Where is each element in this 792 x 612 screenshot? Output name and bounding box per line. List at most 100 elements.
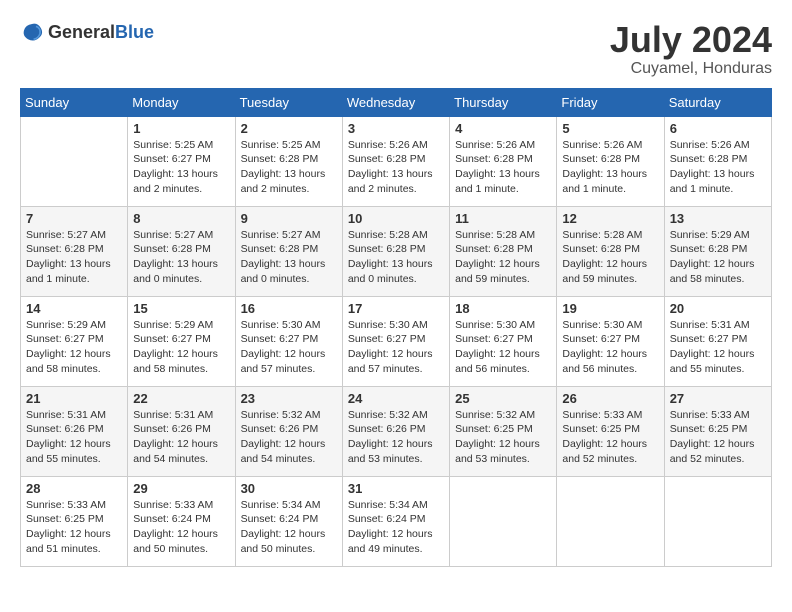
day-number: 22 bbox=[133, 391, 229, 406]
day-info: Sunrise: 5:25 AM Sunset: 6:27 PM Dayligh… bbox=[133, 138, 229, 197]
day-info: Sunrise: 5:34 AM Sunset: 6:24 PM Dayligh… bbox=[348, 498, 444, 557]
calendar-cell: 9Sunrise: 5:27 AM Sunset: 6:28 PM Daylig… bbox=[235, 206, 342, 296]
calendar-header-row: SundayMondayTuesdayWednesdayThursdayFrid… bbox=[21, 88, 772, 116]
calendar-cell: 24 Sunrise: 5:32 AM Sunset: 6:26 PM Dayli… bbox=[342, 386, 449, 476]
calendar-cell bbox=[21, 116, 128, 206]
day-info: Sunrise: 5:26 AM Sunset: 6:28 PM Dayligh… bbox=[348, 138, 444, 197]
day-info: Sunrise: 5:33 AM Sunset: 6:25 PM Dayligh… bbox=[26, 498, 122, 557]
day-info: Sunrise: 5:29 AM Sunset: 6:27 PM Dayligh… bbox=[26, 318, 122, 377]
day-info: Sunrise: 5:28 AM Sunset: 6:28 PM Dayligh… bbox=[455, 228, 551, 287]
day-number: 24 bbox=[348, 391, 444, 406]
calendar-cell: 2 Sunrise: 5:25 AM Sunset: 6:28 PM Daylig… bbox=[235, 116, 342, 206]
calendar-cell: 19 Sunrise: 5:30 AM Sunset: 6:27 PM Dayli… bbox=[557, 296, 664, 386]
day-info: Sunrise: 5:27 AM Sunset: 6:28 PM Dayligh… bbox=[133, 228, 229, 287]
calendar-week-row: 21Sunrise: 5:31 AM Sunset: 6:26 PM Dayli… bbox=[21, 386, 772, 476]
calendar-cell: 23Sunrise: 5:32 AM Sunset: 6:26 PM Dayli… bbox=[235, 386, 342, 476]
calendar-cell: 10Sunrise: 5:28 AM Sunset: 6:28 PM Dayli… bbox=[342, 206, 449, 296]
day-info: Sunrise: 5:26 AM Sunset: 6:28 PM Dayligh… bbox=[455, 138, 551, 197]
col-header-thursday: Thursday bbox=[450, 88, 557, 116]
logo: GeneralBlue bbox=[20, 20, 154, 44]
calendar-cell: 11 Sunrise: 5:28 AM Sunset: 6:28 PM Dayli… bbox=[450, 206, 557, 296]
calendar-cell: 15Sunrise: 5:29 AM Sunset: 6:27 PM Dayli… bbox=[128, 296, 235, 386]
day-info: Sunrise: 5:27 AM Sunset: 6:28 PM Dayligh… bbox=[241, 228, 337, 287]
day-info: Sunrise: 5:26 AM Sunset: 6:28 PM Dayligh… bbox=[670, 138, 766, 197]
day-info: Sunrise: 5:34 AM Sunset: 6:24 PM Dayligh… bbox=[241, 498, 337, 557]
logo-icon bbox=[20, 20, 44, 44]
day-number: 18 bbox=[455, 301, 551, 316]
day-number: 20 bbox=[670, 301, 766, 316]
calendar-cell: 4 Sunrise: 5:26 AM Sunset: 6:28 PM Daylig… bbox=[450, 116, 557, 206]
day-info: Sunrise: 5:33 AM Sunset: 6:24 PM Dayligh… bbox=[133, 498, 229, 557]
day-number: 16 bbox=[241, 301, 337, 316]
calendar-cell: 8 Sunrise: 5:27 AM Sunset: 6:28 PM Daylig… bbox=[128, 206, 235, 296]
day-info: Sunrise: 5:33 AM Sunset: 6:25 PM Dayligh… bbox=[670, 408, 766, 467]
day-number: 2 bbox=[241, 121, 337, 136]
calendar-cell: 28Sunrise: 5:33 AM Sunset: 6:25 PM Dayli… bbox=[21, 476, 128, 566]
logo-blue: Blue bbox=[115, 22, 154, 42]
day-info: Sunrise: 5:32 AM Sunset: 6:26 PM Dayligh… bbox=[241, 408, 337, 467]
day-number: 10 bbox=[348, 211, 444, 226]
day-number: 8 bbox=[133, 211, 229, 226]
logo-general: General bbox=[48, 22, 115, 42]
day-number: 31 bbox=[348, 481, 444, 496]
day-info: Sunrise: 5:30 AM Sunset: 6:27 PM Dayligh… bbox=[348, 318, 444, 377]
day-number: 12 bbox=[562, 211, 658, 226]
calendar-cell: 30 Sunrise: 5:34 AM Sunset: 6:24 PM Dayli… bbox=[235, 476, 342, 566]
day-number: 3 bbox=[348, 121, 444, 136]
day-info: Sunrise: 5:32 AM Sunset: 6:26 PM Dayligh… bbox=[348, 408, 444, 467]
calendar-cell: 5 Sunrise: 5:26 AM Sunset: 6:28 PM Daylig… bbox=[557, 116, 664, 206]
day-info: Sunrise: 5:32 AM Sunset: 6:25 PM Dayligh… bbox=[455, 408, 551, 467]
day-number: 27 bbox=[670, 391, 766, 406]
day-info: Sunrise: 5:29 AM Sunset: 6:27 PM Dayligh… bbox=[133, 318, 229, 377]
day-info: Sunrise: 5:27 AM Sunset: 6:28 PM Dayligh… bbox=[26, 228, 122, 287]
page-header: GeneralBlue July 2024 Cuyamel, Honduras bbox=[20, 20, 772, 78]
day-info: Sunrise: 5:31 AM Sunset: 6:26 PM Dayligh… bbox=[26, 408, 122, 467]
day-number: 6 bbox=[670, 121, 766, 136]
title-block: July 2024 Cuyamel, Honduras bbox=[610, 20, 772, 78]
day-number: 5 bbox=[562, 121, 658, 136]
calendar-cell: 25Sunrise: 5:32 AM Sunset: 6:25 PM Dayli… bbox=[450, 386, 557, 476]
day-number: 26 bbox=[562, 391, 658, 406]
calendar-table: SundayMondayTuesdayWednesdayThursdayFrid… bbox=[20, 88, 772, 567]
day-info: Sunrise: 5:28 AM Sunset: 6:28 PM Dayligh… bbox=[562, 228, 658, 287]
day-info: Sunrise: 5:30 AM Sunset: 6:27 PM Dayligh… bbox=[562, 318, 658, 377]
calendar-week-row: 28Sunrise: 5:33 AM Sunset: 6:25 PM Dayli… bbox=[21, 476, 772, 566]
calendar-cell: 12 Sunrise: 5:28 AM Sunset: 6:28 PM Dayli… bbox=[557, 206, 664, 296]
day-number: 29 bbox=[133, 481, 229, 496]
calendar-cell: 20 Sunrise: 5:31 AM Sunset: 6:27 PM Dayli… bbox=[664, 296, 771, 386]
calendar-cell: 26Sunrise: 5:33 AM Sunset: 6:25 PM Dayli… bbox=[557, 386, 664, 476]
calendar-cell: 21Sunrise: 5:31 AM Sunset: 6:26 PM Dayli… bbox=[21, 386, 128, 476]
calendar-week-row: 1 Sunrise: 5:25 AM Sunset: 6:27 PM Daylig… bbox=[21, 116, 772, 206]
calendar-cell: 3 Sunrise: 5:26 AM Sunset: 6:28 PM Daylig… bbox=[342, 116, 449, 206]
col-header-saturday: Saturday bbox=[664, 88, 771, 116]
col-header-wednesday: Wednesday bbox=[342, 88, 449, 116]
day-number: 1 bbox=[133, 121, 229, 136]
calendar-cell: 17 Sunrise: 5:30 AM Sunset: 6:27 PM Dayli… bbox=[342, 296, 449, 386]
day-number: 13 bbox=[670, 211, 766, 226]
calendar-cell bbox=[664, 476, 771, 566]
calendar-cell: 16Sunrise: 5:30 AM Sunset: 6:27 PM Dayli… bbox=[235, 296, 342, 386]
calendar-cell: 13Sunrise: 5:29 AM Sunset: 6:28 PM Dayli… bbox=[664, 206, 771, 296]
day-number: 30 bbox=[241, 481, 337, 496]
location: Cuyamel, Honduras bbox=[610, 60, 772, 78]
calendar-cell: 29 Sunrise: 5:33 AM Sunset: 6:24 PM Dayli… bbox=[128, 476, 235, 566]
calendar-cell: 18Sunrise: 5:30 AM Sunset: 6:27 PM Dayli… bbox=[450, 296, 557, 386]
col-header-friday: Friday bbox=[557, 88, 664, 116]
calendar-cell: 14Sunrise: 5:29 AM Sunset: 6:27 PM Dayli… bbox=[21, 296, 128, 386]
calendar-cell: 6 Sunrise: 5:26 AM Sunset: 6:28 PM Daylig… bbox=[664, 116, 771, 206]
calendar-week-row: 7Sunrise: 5:27 AM Sunset: 6:28 PM Daylig… bbox=[21, 206, 772, 296]
day-info: Sunrise: 5:26 AM Sunset: 6:28 PM Dayligh… bbox=[562, 138, 658, 197]
day-info: Sunrise: 5:25 AM Sunset: 6:28 PM Dayligh… bbox=[241, 138, 337, 197]
col-header-tuesday: Tuesday bbox=[235, 88, 342, 116]
day-number: 4 bbox=[455, 121, 551, 136]
calendar-cell bbox=[557, 476, 664, 566]
calendar-cell: 1 Sunrise: 5:25 AM Sunset: 6:27 PM Daylig… bbox=[128, 116, 235, 206]
day-number: 19 bbox=[562, 301, 658, 316]
day-number: 17 bbox=[348, 301, 444, 316]
calendar-cell bbox=[450, 476, 557, 566]
day-info: Sunrise: 5:31 AM Sunset: 6:26 PM Dayligh… bbox=[133, 408, 229, 467]
calendar-cell: 31 Sunrise: 5:34 AM Sunset: 6:24 PM Dayli… bbox=[342, 476, 449, 566]
day-info: Sunrise: 5:31 AM Sunset: 6:27 PM Dayligh… bbox=[670, 318, 766, 377]
day-number: 11 bbox=[455, 211, 551, 226]
logo-text: GeneralBlue bbox=[48, 22, 154, 43]
